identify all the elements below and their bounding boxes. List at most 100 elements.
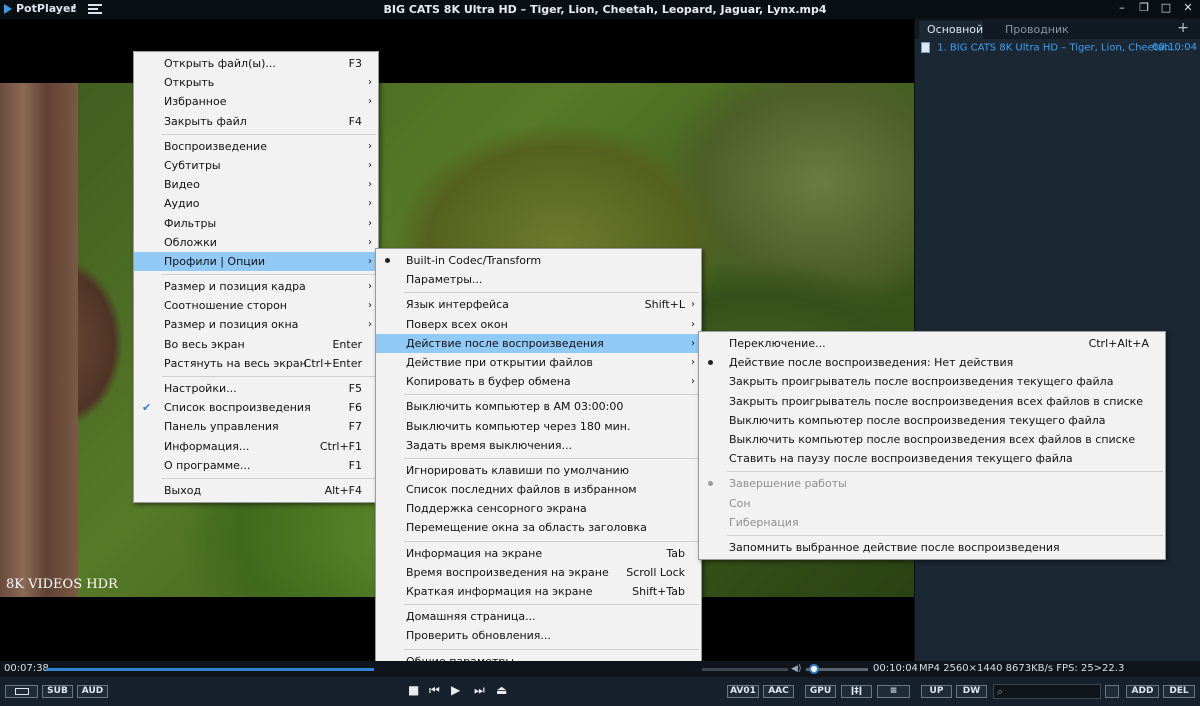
menu-item[interactable]: Выход Alt+F4: [134, 481, 378, 500]
prev-icon[interactable]: ⏮: [429, 683, 440, 698]
menu-item-label: Поверх всех окон: [406, 317, 508, 331]
check-icon: ✔: [142, 401, 152, 415]
menu-separator: [727, 471, 1163, 473]
menu-item[interactable]: Действие при открытии файлов ›: [376, 353, 701, 372]
menu-item[interactable]: Выключить компьютер через 180 мин.: [376, 417, 701, 436]
menu-item[interactable]: Ставить на паузу после воспроизведения т…: [699, 449, 1165, 468]
speaker-icon[interactable]: ◀): [791, 664, 801, 674]
aac-button[interactable]: AAC: [763, 685, 794, 698]
equalizer-icon: ǀ‡ǀ: [850, 686, 863, 696]
close-icon[interactable]: ✕: [1182, 2, 1194, 14]
menu-item[interactable]: Задать время выключения...: [376, 436, 701, 455]
menu-separator: [162, 274, 376, 276]
menu-item[interactable]: Закрыть проигрыватель после воспроизведе…: [699, 372, 1165, 391]
tab-main[interactable]: Основной: [919, 21, 983, 39]
seek-bar-remaining[interactable]: [702, 668, 788, 671]
seek-bar[interactable]: [46, 668, 374, 671]
menu-item[interactable]: Размер и позиция окна ›: [134, 315, 378, 334]
after-playback-submenu: Переключение... Ctrl+Alt+A Действие после …: [698, 331, 1166, 561]
menu-item[interactable]: Выключить компьютер в AM 03:00:00: [376, 397, 701, 416]
menu-item[interactable]: Воспроизведение ›: [134, 137, 378, 156]
menu-item-label: Параметры...: [406, 273, 483, 287]
next-icon[interactable]: ⏭: [474, 683, 485, 698]
menu-item-label: Информация на экране: [406, 546, 543, 560]
menu-item[interactable]: Домашняя страница...: [376, 607, 701, 626]
sub-button[interactable]: SUB: [42, 685, 73, 698]
playlist-item[interactable]: 1. BIG CATS 8K Ultra HD – Tiger, Lion, C…: [921, 42, 1197, 56]
menu-item[interactable]: Время воспроизведения на экране Scroll Lo…: [376, 563, 701, 582]
menu-item[interactable]: Закрыть проигрыватель после воспроизведе…: [699, 392, 1165, 411]
menu-item[interactable]: Открыть файл(ы)... F3: [134, 54, 378, 73]
add-tab-icon[interactable]: +: [1177, 20, 1189, 36]
menu-item[interactable]: Проверить обновления...: [376, 626, 701, 645]
move-down-button[interactable]: DW: [956, 685, 987, 698]
volume-knob[interactable]: [809, 664, 819, 674]
playlist-search-input[interactable]: ⌕: [993, 684, 1101, 699]
search-icon: ⌕: [997, 685, 1004, 698]
menu-item[interactable]: Открыть ›: [134, 73, 378, 92]
menu-item[interactable]: Игнорировать клавиши по умолчанию: [376, 461, 701, 480]
menu-item[interactable]: Перемещение окна за область заголовка: [376, 518, 701, 537]
menu-item[interactable]: Профили | Опции ›: [134, 251, 378, 272]
menu-item[interactable]: Соотношение сторон ›: [134, 296, 378, 315]
menu-item[interactable]: Список последних файлов в избранном: [376, 480, 701, 499]
menu-item[interactable]: Выключить компьютер после воспроизведени…: [699, 430, 1165, 449]
add-button[interactable]: ADD: [1126, 685, 1159, 698]
play-icon[interactable]: ▶: [451, 683, 460, 697]
playlist-toggle-button[interactable]: ≡: [877, 685, 910, 698]
menu-item[interactable]: Во весь экран Enter: [134, 335, 378, 354]
menu-item[interactable]: Размер и позиция кадра ›: [134, 277, 378, 296]
menu-item[interactable]: Субтитры ›: [134, 156, 378, 175]
menu-item[interactable]: Действие после воспроизведения ›: [376, 333, 701, 353]
menu-item[interactable]: Поддержка сенсорного экрана: [376, 499, 701, 518]
menu-item[interactable]: Обложки ›: [134, 233, 378, 252]
select-checkbox[interactable]: [1105, 685, 1119, 698]
delete-button[interactable]: DEL: [1163, 685, 1195, 698]
menu-item-label: Обложки: [164, 235, 217, 249]
menu-item[interactable]: Видео ›: [134, 175, 378, 194]
menu-item[interactable]: Запомнить выбранное действие после воспр…: [699, 538, 1165, 557]
gpu-button[interactable]: GPU: [805, 685, 836, 698]
restore-icon[interactable]: ❐: [1138, 2, 1150, 14]
menu-separator: [404, 648, 699, 650]
stop-icon[interactable]: ■: [408, 683, 419, 697]
title-bar: PotPlayer ! BIG CATS 8K Ultra HD – Tiger…: [0, 0, 1200, 19]
menu-item[interactable]: Действие после воспроизведения: Нет дейс…: [699, 353, 1165, 372]
menu-item[interactable]: Язык интерфейса Shift+L ›: [376, 295, 701, 314]
menu-item: Гибернация: [699, 513, 1165, 532]
menu-item[interactable]: Настройки... F5: [134, 379, 378, 398]
menu-item[interactable]: Выключить компьютер после воспроизведени…: [699, 411, 1165, 430]
menu-item[interactable]: Фильтры ›: [134, 214, 378, 233]
menu-item[interactable]: Параметры...: [376, 270, 701, 289]
menu-item[interactable]: Краткая информация на экране Shift+Tab: [376, 582, 701, 601]
maximize-icon[interactable]: □: [1160, 2, 1172, 14]
menu-item[interactable]: Built-in Codec/Transform: [376, 251, 701, 270]
menu-item-label: Субтитры: [164, 158, 221, 172]
menu-item[interactable]: О программе... F1: [134, 456, 378, 475]
equalizer-button[interactable]: ǀ‡ǀ: [841, 685, 872, 698]
chevron-right-icon: ›: [368, 319, 372, 331]
menu-item[interactable]: Переключение... Ctrl+Alt+A: [699, 334, 1165, 353]
menu-item[interactable]: Избранное ›: [134, 92, 378, 111]
menu-item[interactable]: Растянуть на весь экран Ctrl+Enter: [134, 354, 378, 373]
minimize-icon[interactable]: –: [1116, 2, 1128, 14]
menu-item[interactable]: Информация... Ctrl+F1: [134, 437, 378, 456]
menu-item-shortcut: Shift+Tab: [632, 585, 685, 598]
screen-button[interactable]: [5, 685, 38, 698]
menu-item[interactable]: ✔ Список воспроизведения F6: [134, 398, 378, 417]
menu-item-shortcut: Tab: [666, 546, 685, 560]
menu-item[interactable]: Копировать в буфер обмена ›: [376, 372, 701, 391]
menu-item[interactable]: Поверх всех окон ›: [376, 315, 701, 334]
menu-item[interactable]: Информация на экране Tab: [376, 544, 701, 563]
playlist-item-duration: 00:10:04: [1152, 42, 1197, 53]
menu-item-label: Воспроизведение: [164, 139, 267, 153]
menu-item[interactable]: Закрыть файл F4: [134, 112, 378, 131]
menu-item[interactable]: Аудио ›: [134, 194, 378, 213]
tab-explorer[interactable]: Проводник: [997, 21, 1077, 39]
menu-item[interactable]: Панель управления F7: [134, 417, 378, 436]
av01-button[interactable]: AV01: [727, 685, 759, 698]
tree-trunk: [0, 83, 78, 597]
eject-icon[interactable]: ⏏: [496, 683, 507, 697]
aud-button[interactable]: AUD: [77, 685, 108, 698]
move-up-button[interactable]: UP: [921, 685, 952, 698]
